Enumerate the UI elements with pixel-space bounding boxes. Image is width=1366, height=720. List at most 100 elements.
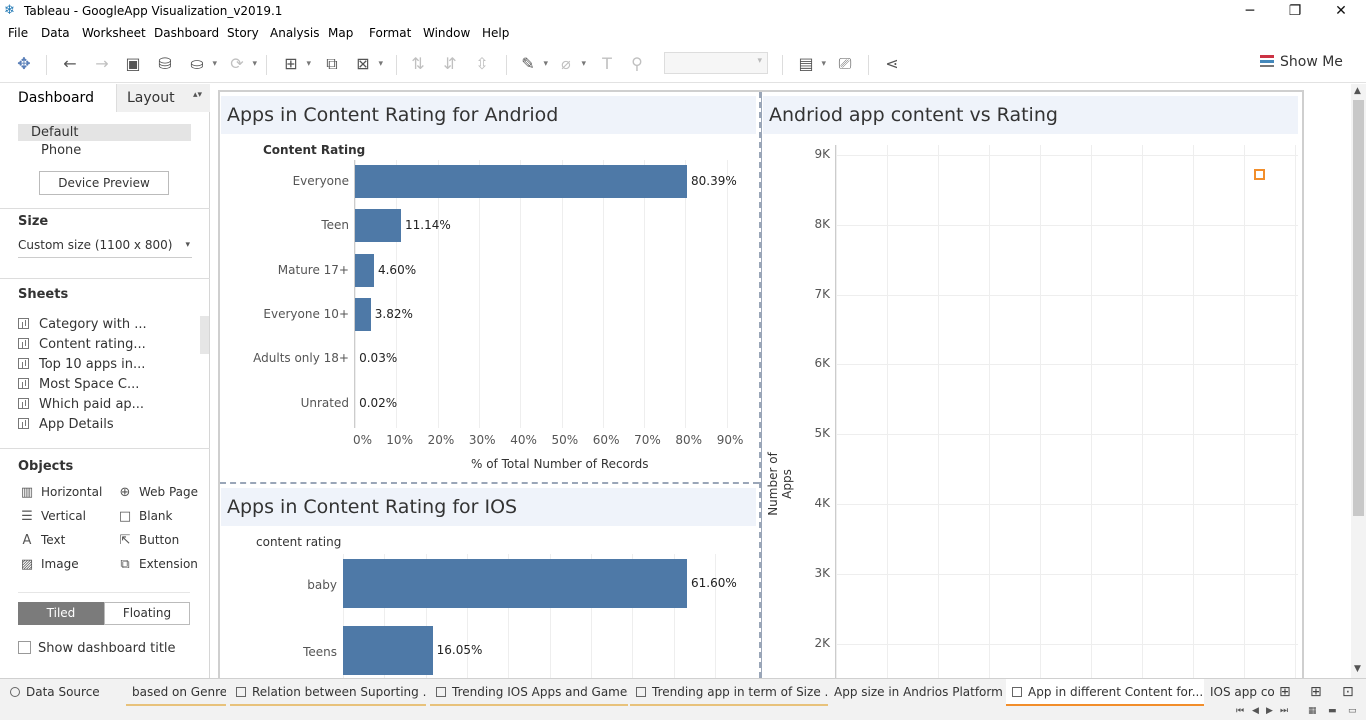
gridline <box>836 364 1298 366</box>
category-label: Mature 17+ <box>277 262 349 277</box>
sheet-sorter-icon[interactable]: ▦ <box>1308 706 1317 716</box>
window-title: Tableau - GoogleApp Visualization_v2019.… <box>24 4 283 18</box>
object-horizontal[interactable]: ▥ Horizontal <box>18 485 102 500</box>
worksheet-icon <box>18 338 29 349</box>
menu-format[interactable]: Format <box>369 26 411 40</box>
sheet-label: Top 10 apps in... <box>39 357 146 372</box>
tabs-view-icon[interactable]: ▭ <box>1348 706 1357 716</box>
tab-dashboard[interactable]: Relation between Suporting ... <box>230 679 426 707</box>
new-dashboard-icon[interactable]: ⊞ <box>1310 684 1322 700</box>
share-icon[interactable]: ⋖ <box>880 53 904 75</box>
device-phone[interactable]: Phone <box>41 143 81 158</box>
sheet-item[interactable]: Which paid ap... <box>18 397 144 415</box>
menu-dashboard[interactable]: Dashboard <box>154 26 219 40</box>
floating-toggle[interactable]: Floating <box>104 602 190 625</box>
object-button[interactable]: ⇱ Button <box>116 533 180 548</box>
gridline <box>836 434 1298 436</box>
canvas-vertical-scrollbar[interactable]: ▲ ▼ <box>1351 84 1366 678</box>
title-bar: ❄ Tableau - GoogleApp Visualization_v201… <box>0 0 1366 23</box>
show-dashboard-title-checkbox[interactable]: Show dashboard title <box>18 641 176 656</box>
bar <box>355 297 371 331</box>
sheet-item[interactable]: Top 10 apps in... <box>18 357 145 375</box>
tab-layout[interactable]: Layout ▴▾ <box>116 84 210 112</box>
tab-dashboard[interactable]: Trending app in term of Size ... <box>630 679 828 707</box>
object-blank[interactable]: □ Blank <box>116 509 173 524</box>
status-bar: ⏮ ◀ ▶ ⏭ ▦ ▬ ▭ <box>0 706 1366 720</box>
gridline <box>478 160 480 428</box>
size-value: Custom size (1100 x 800) <box>18 238 173 252</box>
gridline <box>1142 145 1143 678</box>
category-label: Everyone <box>292 174 349 188</box>
object-image[interactable]: ▨ Image <box>18 557 79 572</box>
ios-chart-title: Apps in Content Rating for IOS <box>221 488 756 526</box>
dashboard-icon <box>436 687 446 697</box>
dashboard-icon <box>1012 687 1022 697</box>
panel-divider <box>220 482 759 484</box>
tab-sheet[interactable]: based on Genre <box>126 679 226 707</box>
tab-dashboard[interactable]: Dashboard <box>0 84 116 112</box>
bar <box>343 626 433 675</box>
tiled-toggle[interactable]: Tiled <box>18 602 104 625</box>
category-label: Teens <box>303 645 337 659</box>
presentation-mode-icon[interactable]: ⎚ <box>833 53 857 75</box>
object-label: Extension <box>139 557 198 571</box>
sheet-item[interactable]: Category with ... <box>18 317 147 335</box>
tableau-logo-icon: ❄ <box>4 3 15 18</box>
device-default[interactable]: Default <box>18 124 191 141</box>
button-icon: ⇱ <box>119 533 131 548</box>
scroll-down-icon[interactable]: ▼ <box>1354 664 1361 674</box>
gridline <box>355 160 356 428</box>
show-me-button[interactable]: Show Me <box>1260 54 1343 70</box>
menu-window[interactable]: Window <box>423 26 470 40</box>
sheets-scrollbar[interactable] <box>200 316 209 354</box>
size-dropdown[interactable]: Custom size (1100 x 800) ▾ <box>18 238 192 258</box>
show-cards-icon[interactable]: ▤ ▾ <box>794 53 826 75</box>
tab-layout-label: Layout <box>127 90 175 106</box>
first-sheet-icon[interactable]: ⏮ <box>1236 706 1244 716</box>
gridline <box>1244 145 1245 678</box>
tab-data-source[interactable]: Data Source <box>4 679 122 707</box>
menu-file[interactable]: File <box>8 26 28 40</box>
x-tick-label: 20% <box>427 433 455 447</box>
last-sheet-icon[interactable]: ⏭ <box>1280 706 1288 716</box>
menu-map[interactable]: Map <box>328 26 353 40</box>
sheet-item[interactable]: Content rating... <box>18 337 146 355</box>
toolbar-separator <box>782 55 783 75</box>
scroll-up-icon[interactable]: ▲ <box>1354 86 1361 96</box>
data-label: 16.05% <box>436 643 483 657</box>
menu-data[interactable]: Data <box>41 26 70 40</box>
tab-dashboard[interactable]: Trending IOS Apps and Games <box>430 679 628 707</box>
tab-dashboard-active[interactable]: App in different Content for... <box>1006 679 1204 707</box>
object-web-page[interactable]: ⊕ Web Page <box>116 485 198 500</box>
next-sheet-icon[interactable]: ▶ <box>1266 706 1273 716</box>
data-label: 0.02% <box>359 395 398 410</box>
show-me-label: Show Me <box>1280 54 1343 70</box>
device-preview-button[interactable]: Device Preview <box>39 171 169 195</box>
filmstrip-icon[interactable]: ▬ <box>1328 706 1337 716</box>
sheet-item[interactable]: Most Space C... <box>18 377 139 395</box>
tab-sheet[interactable]: IOS app co <box>1204 679 1274 707</box>
object-extension[interactable]: ⧉ Extension <box>116 557 198 572</box>
x-tick-label: 40% <box>510 433 537 447</box>
menu-help[interactable]: Help <box>482 26 509 40</box>
object-vertical[interactable]: ☰ Vertical <box>18 509 86 524</box>
x-tick-label: 30% <box>468 433 496 447</box>
menu-story[interactable]: Story <box>227 26 259 40</box>
minimize-button[interactable]: ─ <box>1227 2 1273 22</box>
dashboard-icon <box>236 687 246 697</box>
x-tick-label: 90% <box>716 433 744 447</box>
divider <box>0 448 210 449</box>
close-window-button[interactable]: ✕ <box>1318 2 1364 22</box>
sheet-item[interactable]: App Details <box>18 417 114 435</box>
tab-sheet[interactable]: App size in Andrios Platform <box>828 679 1004 707</box>
x-tick-label: 0% <box>353 433 373 447</box>
axis-line <box>354 160 355 428</box>
new-story-icon[interactable]: ⊡ <box>1342 684 1354 700</box>
new-worksheet-icon[interactable]: ⊞ <box>1279 684 1291 700</box>
maximize-button[interactable]: ❐ <box>1272 2 1318 22</box>
object-text[interactable]: A Text <box>18 533 66 548</box>
menu-worksheet[interactable]: Worksheet <box>82 26 146 40</box>
scrollbar-thumb[interactable] <box>1353 100 1364 516</box>
prev-sheet-icon[interactable]: ◀ <box>1252 706 1259 716</box>
menu-analysis[interactable]: Analysis <box>270 26 319 40</box>
